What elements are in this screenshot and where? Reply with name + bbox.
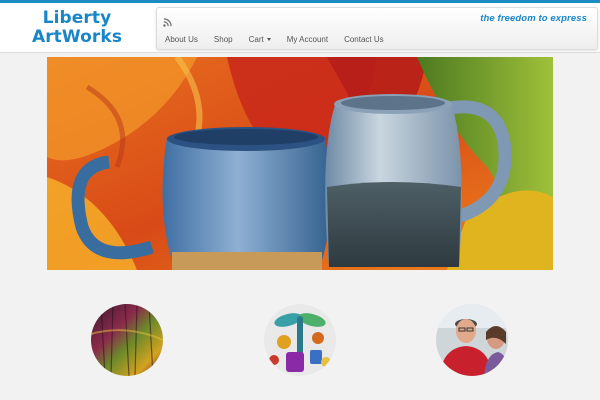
logo-line-2: ArtWorks [31,27,123,47]
feature-circle-3[interactable] [436,304,508,376]
nav-item-contact-us[interactable]: Contact Us [336,33,392,47]
textured-painting-image [91,304,163,376]
feature-circle-2[interactable] [264,304,336,376]
artists-portrait-image [436,304,508,376]
nav-item-cart[interactable]: Cart [241,33,279,47]
chevron-down-icon [266,38,271,42]
logo-line-1: Liberty [42,8,112,28]
nav-item-my-account[interactable]: My Account [279,33,336,47]
header-divider [0,52,600,53]
nav-item-about-us[interactable]: About Us [157,33,206,47]
main-nav: About Us Shop Cart My Account Contact Us [157,32,392,48]
feature-circle-1[interactable] [91,304,163,376]
rss-icon[interactable] [163,14,172,27]
site-header: Liberty ArtWorks the freedom to express … [0,3,600,52]
nav-item-cart-label: Cart [248,35,264,44]
site-logo[interactable]: Liberty ArtWorks [16,9,138,47]
site-tagline: the freedom to express [480,13,587,24]
nav-item-shop[interactable]: Shop [206,33,241,47]
navigation-panel: the freedom to express About Us Shop Car… [156,7,598,50]
glass-dragonfly-art-image [264,304,336,376]
ceramic-mugs-image [47,57,553,270]
hero-banner [47,57,553,270]
